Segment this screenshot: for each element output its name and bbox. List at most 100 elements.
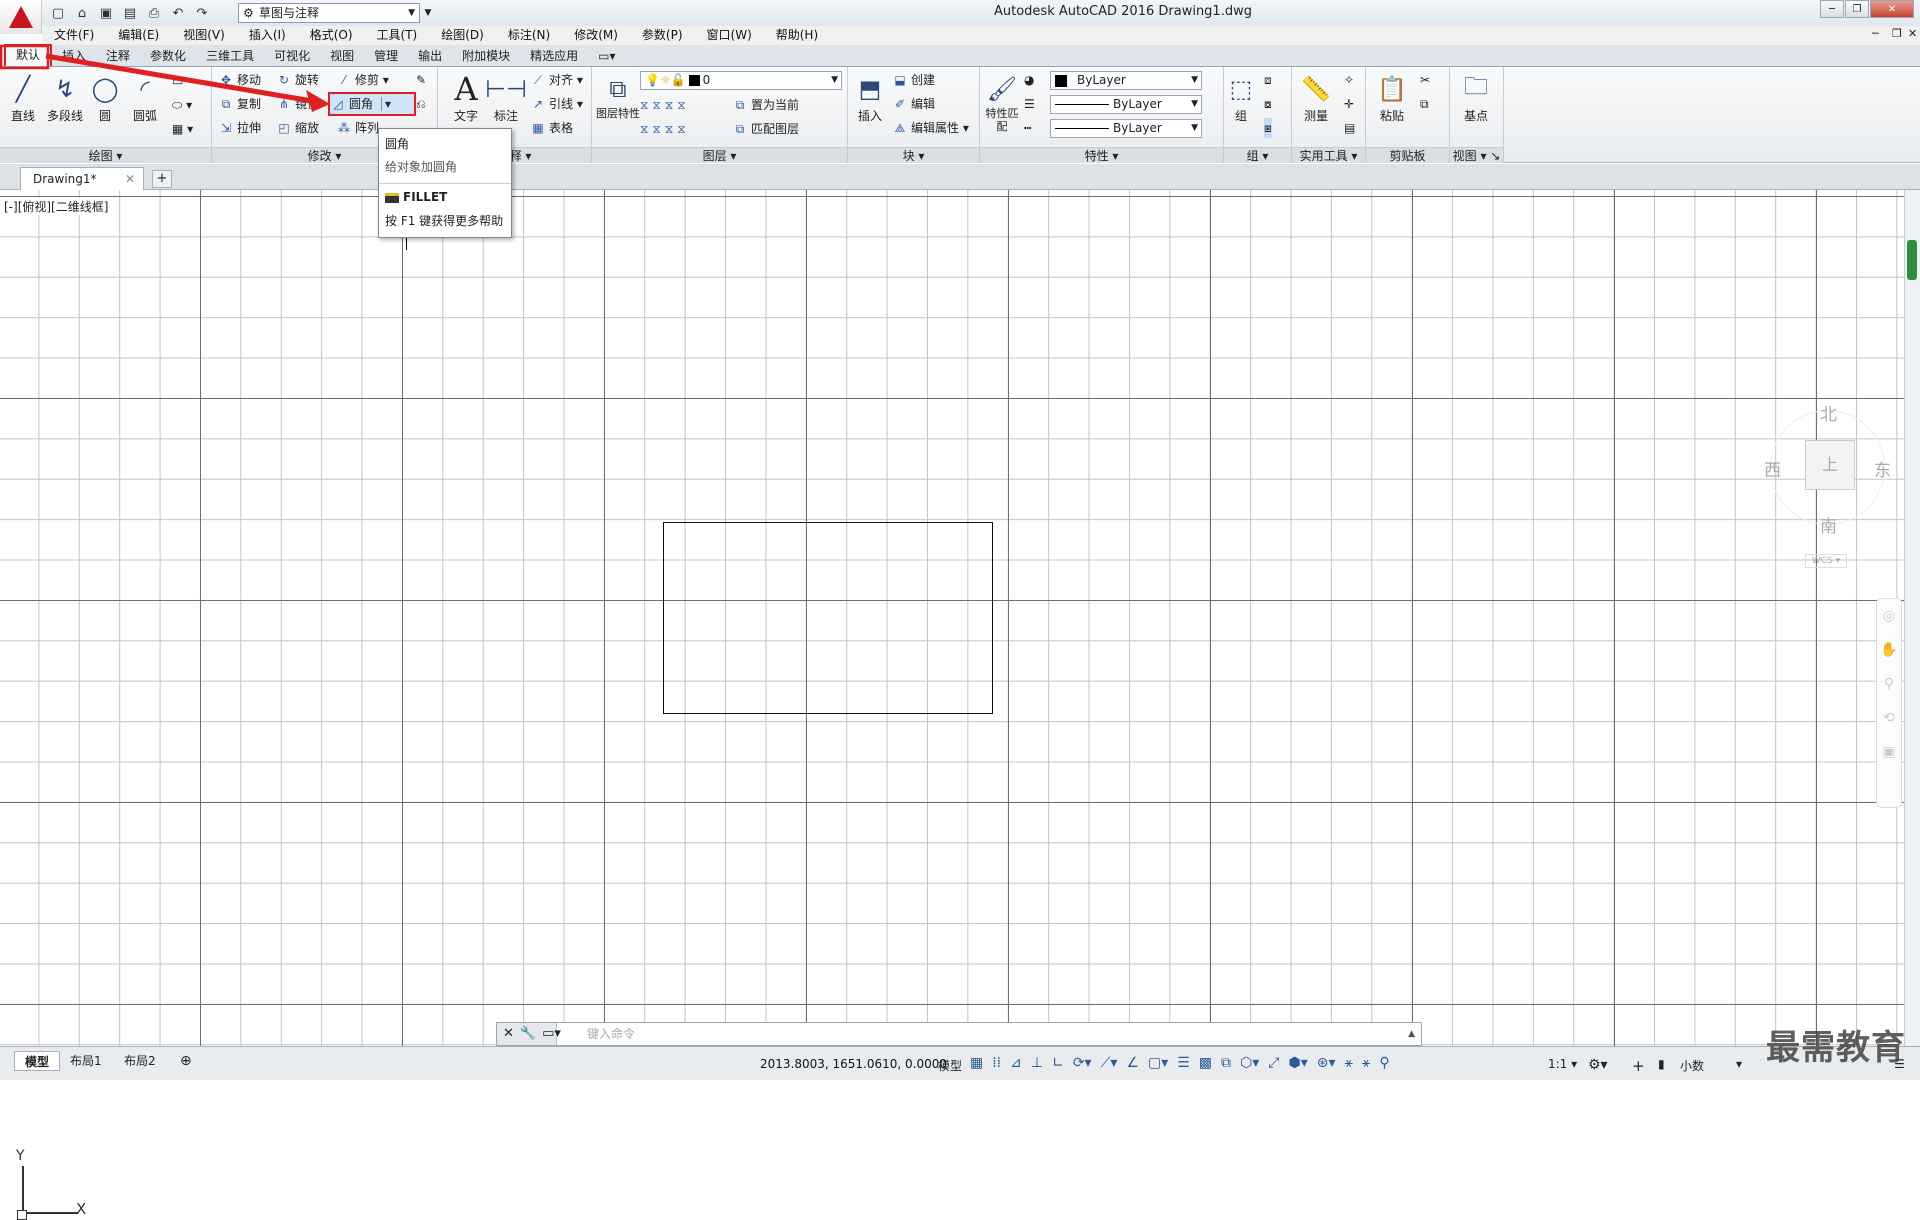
text-button[interactable]: A 文字 xyxy=(446,70,486,124)
tab-featured-apps[interactable]: 精选应用 xyxy=(520,46,588,66)
lineweight-select[interactable]: ByLayer ▼ xyxy=(1050,119,1202,138)
model-space-button[interactable]: 模型 xyxy=(938,1057,962,1074)
chevron-down-icon[interactable]: ▾ xyxy=(1736,1057,1742,1071)
panel-draw-title[interactable]: 绘图 ▾ xyxy=(0,147,211,163)
panel-block-title[interactable]: 块 ▾ xyxy=(848,147,979,163)
copy-button[interactable]: ⧉ 复制 xyxy=(218,94,261,114)
minimize-button[interactable]: ─ xyxy=(1820,0,1844,18)
insert-block-button[interactable]: ⬒ 插入 xyxy=(850,71,890,124)
fillet-dropdown-icon[interactable]: ▾ xyxy=(381,97,392,111)
steering-wheel-icon[interactable]: ◎ xyxy=(1877,599,1901,633)
mirror-button[interactable]: ⋔ 镜像 xyxy=(276,94,319,114)
linetype-select[interactable]: ByLayer ▼ xyxy=(1050,95,1202,114)
command-line[interactable]: ✕ 🔧 ▭▾ 键入命令 ▲ xyxy=(496,1022,1422,1046)
gizmo-icon[interactable]: ⊛▾ xyxy=(1317,1055,1336,1071)
save-as-icon[interactable]: ▤ xyxy=(120,4,140,22)
viewport-controls-label[interactable]: [-][俯视][二维线框] xyxy=(4,198,109,215)
annotation-monitor-icon[interactable]: + xyxy=(1632,1057,1645,1075)
measure-button[interactable]: 📏 测量 xyxy=(1296,71,1336,124)
annotation-scale-icon[interactable]: ⚲ xyxy=(1379,1055,1389,1071)
layout-tab-model[interactable]: 模型 xyxy=(14,1051,61,1071)
erase-icon[interactable]: ✎ xyxy=(416,70,426,90)
layout-tab-2[interactable]: 布局2 xyxy=(114,1051,166,1071)
tab-3d-tools[interactable]: 三维工具 xyxy=(196,46,264,66)
viewcube-east[interactable]: 东 xyxy=(1874,456,1891,481)
group-button[interactable]: ⬚ 组 xyxy=(1226,71,1256,124)
create-block-button[interactable]: ⬓ 创建 xyxy=(892,70,935,90)
panel-view-title[interactable]: 视图 ▾ ↘ xyxy=(1450,147,1503,163)
doc-restore-icon[interactable]: ❐ xyxy=(1892,27,1902,40)
paste-button[interactable]: 📋 粘贴 xyxy=(1372,71,1412,124)
object-snap-tracking-icon[interactable]: ∠ xyxy=(1126,1055,1139,1071)
viewcube[interactable]: 北 南 东 西 上 WCS ▾ xyxy=(1760,390,1891,568)
rectangle-object[interactable] xyxy=(663,522,993,714)
drawing-canvas[interactable]: [-][俯视][二维线框] 北 南 东 西 上 WCS ▾ ◎ ✋ ⚲ ⟲ ▣ … xyxy=(0,190,1904,1220)
qat-dropdown-button[interactable]: ▼ xyxy=(422,3,434,23)
layout-tab-1[interactable]: 布局1 xyxy=(60,1051,112,1071)
point-icon[interactable]: ✛ xyxy=(1344,94,1354,114)
3d-osnap-icon[interactable]: ⬡▾ xyxy=(1240,1055,1259,1071)
rectangle-icon[interactable]: ▭ xyxy=(172,71,183,91)
hatch-icon[interactable]: ▦ ▾ xyxy=(172,119,193,139)
grid-icon[interactable]: ▦ xyxy=(970,1055,983,1071)
menu-dimension[interactable]: 标注(N) xyxy=(496,26,562,45)
print-icon[interactable]: ⎙ xyxy=(144,4,164,22)
tab-output[interactable]: 输出 xyxy=(408,46,452,66)
tab-visualize[interactable]: 可视化 xyxy=(264,46,320,66)
open-file-icon[interactable]: ⌂ xyxy=(72,4,92,22)
panel-utilities-title[interactable]: 实用工具 ▾ xyxy=(1292,147,1365,163)
selection-filter-icon[interactable]: ⬢▾ xyxy=(1288,1055,1307,1071)
selection-cycling-icon[interactable]: ⧉ xyxy=(1221,1055,1231,1071)
wcs-menu[interactable]: WCS ▾ xyxy=(1805,554,1847,568)
tab-insert[interactable]: 插入 xyxy=(52,46,96,66)
menu-edit[interactable]: 编辑(E) xyxy=(106,26,171,45)
viewcube-west[interactable]: 西 xyxy=(1764,456,1781,481)
base-view-button[interactable]: 🗀 基点 xyxy=(1456,71,1496,124)
undo-icon[interactable]: ↶ xyxy=(168,4,188,22)
stretch-button[interactable]: ⇲ 拉伸 xyxy=(218,118,261,138)
circle-button[interactable]: ◯ 圆 xyxy=(85,71,125,124)
panel-group-title[interactable]: 组 ▾ xyxy=(1224,147,1291,163)
menu-modify[interactable]: 修改(M) xyxy=(562,26,630,45)
new-tab-button[interactable]: + xyxy=(152,170,172,188)
dynamic-ucs-icon[interactable]: ⤢ xyxy=(1268,1055,1279,1071)
ribbon-display-toggle-icon[interactable]: ▭▾ xyxy=(588,46,625,66)
zoom-icon[interactable]: ⚲ xyxy=(1877,667,1901,701)
dimension-button[interactable]: ⊢⊣ 标注 xyxy=(485,71,527,124)
group-edit-icon[interactable]: ⧇ xyxy=(1264,94,1272,114)
ungroup-icon[interactable]: ⧈ xyxy=(1264,70,1272,90)
menu-help[interactable]: 帮助(H) xyxy=(764,26,830,45)
menu-draw[interactable]: 绘图(D) xyxy=(429,26,496,45)
close-tab-icon[interactable]: ✕ xyxy=(125,168,135,190)
match-layer-button[interactable]: ⧉ 匹配图层 xyxy=(732,119,799,139)
close-button[interactable]: ✕ xyxy=(1870,0,1914,18)
rotate-button[interactable]: ↻ 旋转 xyxy=(276,70,319,90)
panel-properties-title[interactable]: 特性 ▾ xyxy=(980,147,1223,163)
edit-attributes-button[interactable]: ⟁ 编辑属性 ▾ xyxy=(892,118,969,138)
command-history-icon[interactable]: ▭▾ xyxy=(542,1023,561,1045)
add-layout-icon[interactable]: ⊕ xyxy=(170,1051,202,1071)
ortho-icon[interactable]: ∟ xyxy=(1052,1055,1064,1071)
align-button[interactable]: ⟋ 对齐 ▾ xyxy=(530,70,583,90)
tab-manage[interactable]: 管理 xyxy=(364,46,408,66)
polar-icon[interactable]: ⟳▾ xyxy=(1073,1055,1092,1071)
menu-view[interactable]: 视图(V) xyxy=(171,26,237,45)
redo-icon[interactable]: ↷ xyxy=(192,4,212,22)
ellipse-icon[interactable]: ⬭ ▾ xyxy=(172,95,192,115)
annotation-scale-select[interactable]: 1:1 ▾ xyxy=(1548,1057,1577,1071)
offset-icon[interactable]: ⎌ xyxy=(416,94,426,114)
scale-button[interactable]: ◰ 缩放 xyxy=(276,118,319,138)
array-button[interactable]: ⁂ 阵列 xyxy=(336,118,379,138)
viewcube-south[interactable]: 南 xyxy=(1820,512,1837,537)
viewcube-north[interactable]: 北 xyxy=(1820,400,1837,425)
close-icon[interactable]: ✕ xyxy=(503,1023,514,1045)
vertical-scrollbar[interactable] xyxy=(1904,190,1920,1046)
copy-clip-icon[interactable]: ⧉ xyxy=(1420,94,1429,114)
scrollbar-thumb[interactable] xyxy=(1907,240,1917,280)
table-button[interactable]: ▦ 表格 xyxy=(530,118,573,138)
menu-format[interactable]: 格式(O) xyxy=(298,26,365,45)
wrench-icon[interactable]: 🔧 xyxy=(520,1023,536,1045)
tab-addins[interactable]: 附加模块 xyxy=(452,46,520,66)
menu-tools[interactable]: 工具(T) xyxy=(365,26,430,45)
tab-parametric[interactable]: 参数化 xyxy=(140,46,196,66)
